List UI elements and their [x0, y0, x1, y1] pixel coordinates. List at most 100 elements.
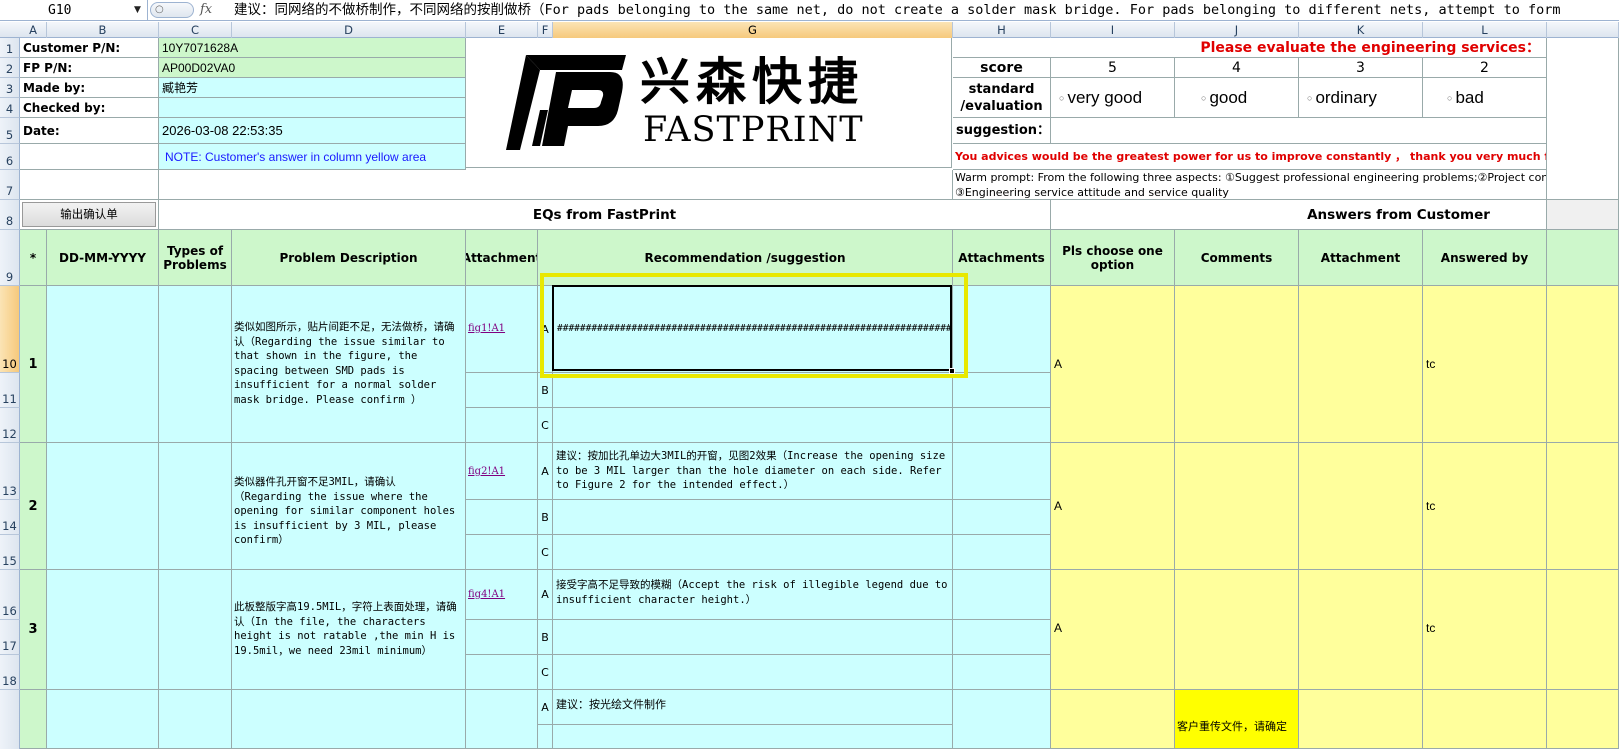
rec-attachment-a[interactable] — [953, 443, 1051, 500]
column-header-e[interactable]: E — [466, 22, 538, 38]
column-header-d[interactable]: D — [232, 22, 466, 38]
rec-attachment-c[interactable] — [953, 655, 1051, 690]
row-header-8[interactable]: 8 — [0, 200, 20, 230]
answered-by[interactable] — [1423, 690, 1547, 749]
fill-handle[interactable] — [949, 368, 955, 374]
recommendation-a[interactable]: 建议：按光绘文件制作 — [553, 690, 953, 725]
row-header-17[interactable]: 17 — [0, 620, 20, 655]
attachment-cell-c[interactable] — [466, 535, 538, 570]
recommendation-c[interactable] — [553, 535, 953, 570]
row-header-18[interactable]: 18 — [0, 655, 20, 690]
question-description[interactable] — [232, 690, 466, 749]
row-header-11[interactable]: 11 — [0, 373, 20, 408]
attachment-link[interactable]: fig4!A1 — [468, 589, 505, 600]
row-header-7[interactable]: 7 — [0, 170, 20, 200]
answer-comments[interactable] — [1175, 443, 1299, 570]
question-type[interactable] — [159, 443, 232, 570]
answer-attachment[interactable] — [1299, 286, 1423, 443]
attachment-link[interactable]: fig2!A1 — [468, 466, 505, 477]
row-header-1[interactable]: 1 — [0, 38, 20, 58]
answer-choice[interactable]: A — [1051, 286, 1175, 443]
insert-function-icon[interactable]: fx — [200, 1, 220, 19]
answer-attachment[interactable] — [1299, 443, 1423, 570]
column-m-q1[interactable] — [1547, 286, 1619, 443]
column-header-b[interactable]: B — [47, 22, 159, 38]
row-header-15[interactable]: 15 — [0, 535, 20, 570]
rec-attachment-a[interactable] — [953, 570, 1051, 620]
row-header-16[interactable]: 16 — [0, 570, 20, 620]
made-by-value[interactable]: 臧艳芳 — [159, 78, 466, 98]
question-description[interactable]: 此板整版字高19.5MIL，字符上表面处理，请确认（In the file, t… — [232, 570, 466, 690]
answered-by[interactable]: tc — [1423, 286, 1547, 443]
rec-attachment-a[interactable] — [953, 690, 1051, 749]
row-header-4[interactable]: 4 — [0, 98, 20, 118]
column-m-q3[interactable] — [1547, 570, 1619, 690]
rec-attachment-b[interactable] — [953, 500, 1051, 535]
answer-attachment[interactable] — [1299, 690, 1423, 749]
radio-bad[interactable]: ○ bad — [1423, 78, 1547, 118]
question-type[interactable] — [159, 570, 232, 690]
row-header-9[interactable]: 9 — [0, 230, 20, 286]
radio-icon[interactable]: ○ — [1307, 93, 1312, 103]
question-date[interactable] — [47, 443, 159, 570]
fp-pn-value[interactable]: AP00D02VA0 — [159, 58, 466, 78]
column-header-c[interactable]: C — [159, 22, 232, 38]
rec-attachment-b[interactable] — [953, 373, 1051, 408]
question-date[interactable] — [47, 690, 159, 749]
recommendation-b[interactable] — [553, 725, 953, 749]
question-date[interactable] — [47, 286, 159, 443]
answer-choice[interactable]: A — [1051, 443, 1175, 570]
rec-attachment-c[interactable] — [953, 408, 1051, 443]
recommendation-b[interactable] — [553, 500, 953, 535]
radio-icon[interactable]: ○ — [1447, 93, 1452, 103]
column-header-j[interactable]: J — [1175, 22, 1299, 38]
question-attachment-cell[interactable] — [466, 690, 538, 749]
row-header-13[interactable]: 13 — [0, 443, 20, 500]
answer-choice[interactable] — [1051, 690, 1175, 749]
date-value[interactable]: 2026-03-08 22:53:35 — [159, 118, 466, 144]
column-header-f[interactable]: F — [538, 22, 553, 38]
radio-ordinary[interactable]: ○ ordinary — [1299, 78, 1423, 118]
column-m-q2[interactable] — [1547, 443, 1619, 570]
recommendation-c[interactable] — [553, 655, 953, 690]
attachment-cell-b[interactable] — [466, 500, 538, 535]
name-box[interactable]: G10 — [0, 0, 148, 21]
column-header-i[interactable]: I — [1051, 22, 1175, 38]
output-confirmation-button[interactable]: 输出确认单 — [22, 202, 156, 227]
answered-by[interactable]: tc — [1423, 570, 1547, 690]
radio-icon[interactable]: ○ — [1059, 93, 1064, 103]
answer-comments[interactable] — [1175, 286, 1299, 443]
row-header-12[interactable]: 12 — [0, 408, 20, 443]
answered-by[interactable]: tc — [1423, 443, 1547, 570]
answer-attachment[interactable] — [1299, 570, 1423, 690]
recommendation-c[interactable] — [553, 408, 953, 443]
checked-by-value[interactable] — [159, 98, 466, 118]
rec-attachment-b[interactable] — [953, 620, 1051, 655]
row-header-10[interactable]: 10 — [0, 286, 20, 373]
answer-comments[interactable] — [1175, 570, 1299, 690]
question-description[interactable]: 类似如图所示，贴片间距不足，无法做桥，请确认（Regarding the iss… — [232, 286, 466, 443]
radio-very-good[interactable]: ○ very good — [1051, 78, 1175, 118]
column-header-m[interactable] — [1547, 22, 1619, 38]
chevron-down-icon[interactable]: ▼ — [134, 3, 146, 17]
row-header-14[interactable]: 14 — [0, 500, 20, 535]
rec-attachment-a[interactable] — [953, 286, 1051, 373]
rec-attachment-c[interactable] — [953, 535, 1051, 570]
column-m-q4[interactable] — [1547, 690, 1619, 749]
radio-icon[interactable]: ○ — [1201, 93, 1206, 103]
row-header-6[interactable]: 6 — [0, 144, 20, 170]
customer-pn-value[interactable]: 10Y7071628A — [159, 38, 466, 58]
radio-good[interactable]: ○ good — [1175, 78, 1299, 118]
question-type[interactable] — [159, 690, 232, 749]
question-date[interactable] — [47, 570, 159, 690]
attachment-link[interactable]: fig1!A1 — [468, 323, 505, 334]
attachment-cell-c[interactable] — [466, 655, 538, 690]
recommendation-a-selected[interactable]: ########################################… — [553, 286, 953, 373]
recommendation-b[interactable] — [553, 373, 953, 408]
attachment-cell-b[interactable] — [466, 373, 538, 408]
column-header-g[interactable]: G — [553, 22, 953, 38]
column-header-h[interactable]: H — [953, 22, 1051, 38]
row-header-5[interactable]: 5 — [0, 118, 20, 144]
recommendation-a[interactable]: 建议：按加比孔单边大3MIL的开窗，见图2效果（Increase the ope… — [553, 443, 953, 500]
attachment-cell-b[interactable] — [466, 620, 538, 655]
